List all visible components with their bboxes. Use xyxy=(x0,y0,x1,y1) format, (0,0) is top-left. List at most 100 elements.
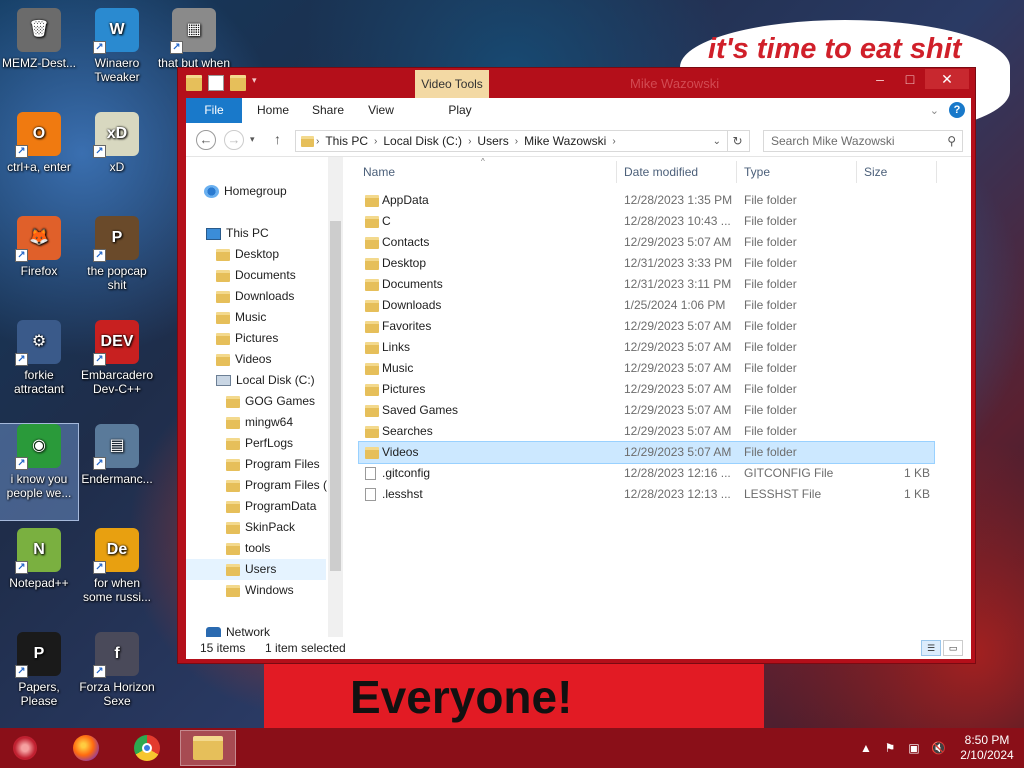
nav-local-disk[interactable]: Local Disk (C:) xyxy=(216,370,315,391)
breadcrumb-this-pc[interactable]: This PC xyxy=(321,134,372,148)
file-row[interactable]: Desktop 12/31/2023 3:33 PM File folder xyxy=(359,253,934,274)
file-row[interactable]: Documents 12/31/2023 3:11 PM File folder xyxy=(359,274,934,295)
nav-item-program-files[interactable]: Program Files xyxy=(186,454,326,475)
file-row[interactable]: AppData 12/28/2023 1:35 PM File folder xyxy=(359,190,934,211)
help-icon[interactable]: ? xyxy=(949,102,965,118)
desktop-shortcut[interactable]: W ↗ Winaero Tweaker xyxy=(78,8,156,104)
tab-file[interactable]: File xyxy=(186,98,242,123)
title-bar[interactable]: ▾ Video Tools Mike Wazowski – □ ✕ xyxy=(178,68,975,98)
clock[interactable]: 8:50 PM 2/10/2024 xyxy=(950,733,1024,763)
breadcrumb-local-disk[interactable]: Local Disk (C:) xyxy=(379,134,466,148)
forward-button[interactable]: → xyxy=(224,130,244,150)
column-size[interactable]: Size xyxy=(864,161,887,183)
nav-item-documents[interactable]: Documents xyxy=(216,265,296,286)
taskbar-firefox[interactable] xyxy=(58,730,114,766)
search-input[interactable]: Search Mike Wazowski ⚲ xyxy=(763,130,963,152)
desktop-shortcut[interactable]: xD ↗ xD xyxy=(78,112,156,208)
column-separator[interactable] xyxy=(936,161,937,183)
back-button[interactable]: ← xyxy=(196,130,216,150)
file-row[interactable]: .gitconfig 12/28/2023 12:16 ... GITCONFIG … xyxy=(359,463,934,484)
desktop-shortcut[interactable]: De ↗ for when some russi... xyxy=(78,528,156,624)
tab-view[interactable]: View xyxy=(358,98,404,123)
nav-item-gog-games[interactable]: GOG Games xyxy=(186,391,326,412)
properties-icon[interactable] xyxy=(208,75,224,91)
nav-item-programdata[interactable]: ProgramData xyxy=(186,496,326,517)
desktop-shortcut[interactable]: 🗑 MEMZ-Dest... xyxy=(0,8,78,104)
file-row[interactable]: Downloads 1/25/2024 1:06 PM File folder xyxy=(359,295,934,316)
nav-item-windows[interactable]: Windows xyxy=(186,580,326,601)
folder-icon xyxy=(226,458,240,471)
desktop-shortcut[interactable]: P ↗ Papers, Please xyxy=(0,632,78,728)
file-row[interactable]: Contacts 12/29/2023 5:07 AM File folder xyxy=(359,232,934,253)
nav-item-pictures[interactable]: Pictures xyxy=(216,328,278,349)
column-name[interactable]: Name xyxy=(363,161,395,183)
folder-icon[interactable] xyxy=(186,75,202,91)
expand-ribbon-icon[interactable]: ⌄ xyxy=(930,104,939,117)
nav-item-music[interactable]: Music xyxy=(216,307,266,328)
file-row[interactable]: Searches 12/29/2023 5:07 AM File folder xyxy=(359,421,934,442)
chevron-down-icon[interactable]: ▾ xyxy=(252,75,262,91)
file-row[interactable]: Links 12/29/2023 5:07 AM File folder xyxy=(359,337,934,358)
taskbar-file-explorer[interactable] xyxy=(180,730,236,766)
desktop-shortcut[interactable]: P ↗ the popcap shit xyxy=(78,216,156,312)
nav-homegroup[interactable]: Homegroup xyxy=(204,181,287,202)
nav-network[interactable]: Network xyxy=(206,622,270,637)
start-button[interactable] xyxy=(0,730,50,766)
desktop-shortcut[interactable]: DEV ↗ Embarcadero Dev-C++ xyxy=(78,320,156,416)
desktop-shortcut[interactable]: ▤ ↗ Endermanc... xyxy=(78,424,156,520)
desktop-shortcut[interactable]: O ↗ ctrl+a, enter xyxy=(0,112,78,208)
nav-item-videos[interactable]: Videos xyxy=(216,349,271,370)
file-row[interactable]: Favorites 12/29/2023 5:07 AM File folder xyxy=(359,316,934,337)
desktop-shortcut[interactable]: ⚙ ↗ forkie attractant xyxy=(0,320,78,416)
maximize-button[interactable]: □ xyxy=(895,69,925,89)
nav-item-tools[interactable]: tools xyxy=(186,538,326,559)
desktop-shortcut[interactable]: N ↗ Notepad++ xyxy=(0,528,78,624)
column-separator[interactable] xyxy=(736,161,737,183)
file-row[interactable]: Music 12/29/2023 5:07 AM File folder xyxy=(359,358,934,379)
network-status-icon[interactable]: ▣ xyxy=(907,741,921,755)
nav-item-mingw64[interactable]: mingw64 xyxy=(186,412,326,433)
column-type[interactable]: Type xyxy=(744,161,770,183)
recent-locations-icon[interactable]: ▾ xyxy=(250,134,255,145)
action-center-flag-icon[interactable]: ⚑ xyxy=(883,741,897,755)
large-icons-view-button[interactable]: ▭ xyxy=(943,640,963,656)
file-row[interactable]: Videos 12/29/2023 5:07 AM File folder xyxy=(358,441,935,464)
breadcrumb-users[interactable]: Users xyxy=(473,134,512,148)
column-separator[interactable] xyxy=(616,161,617,183)
tab-video-tools[interactable]: Video Tools xyxy=(415,70,489,98)
tab-share[interactable]: Share xyxy=(304,98,352,123)
breadcrumb-mike-wazowski[interactable]: Mike Wazowski xyxy=(520,134,610,148)
nav-item-users[interactable]: Users xyxy=(186,559,326,580)
file-row[interactable]: C 12/28/2023 10:43 ... File folder xyxy=(359,211,934,232)
file-row[interactable]: Pictures 12/29/2023 5:07 AM File folder xyxy=(359,379,934,400)
file-row[interactable]: Saved Games 12/29/2023 5:07 AM File folder xyxy=(359,400,934,421)
nav-scrollbar-thumb[interactable] xyxy=(330,221,341,571)
tab-play[interactable]: Play xyxy=(423,98,497,123)
details-view-button[interactable]: ☰ xyxy=(921,640,941,656)
close-button[interactable]: ✕ xyxy=(925,69,969,89)
nav-item-desktop[interactable]: Desktop xyxy=(216,244,279,265)
desktop-shortcut[interactable]: ◉ ↗ i know you people we... xyxy=(0,423,79,521)
taskbar-chrome[interactable] xyxy=(119,730,175,766)
new-folder-icon[interactable] xyxy=(230,75,246,91)
column-separator[interactable] xyxy=(856,161,857,183)
desktop-shortcut[interactable]: f ↗ Forza Horizon Sexe xyxy=(78,632,156,728)
minimize-button[interactable]: – xyxy=(865,69,895,89)
up-arrow-icon[interactable]: ↑ xyxy=(274,131,281,147)
nav-item-skinpack[interactable]: SkinPack xyxy=(186,517,326,538)
show-hidden-icons-icon[interactable]: ▲ xyxy=(859,741,873,755)
address-field[interactable]: › This PC › Local Disk (C:) › Users › Mi… xyxy=(295,130,728,152)
file-row[interactable]: .lesshst 12/28/2023 12:13 ... LESSHST File… xyxy=(359,484,934,505)
column-date-modified[interactable]: Date modified xyxy=(624,161,698,183)
desktop-shortcut[interactable]: 🦊 ↗ Firefox xyxy=(0,216,78,312)
nav-item-program-files[interactable]: Program Files ( xyxy=(186,475,327,496)
nav-item-downloads[interactable]: Downloads xyxy=(216,286,294,307)
volume-muted-icon[interactable]: 🔇 xyxy=(931,741,946,755)
refresh-button[interactable]: ↻ xyxy=(726,130,750,152)
tab-home[interactable]: Home xyxy=(248,98,298,123)
nav-this-pc[interactable]: This PC xyxy=(206,223,269,244)
nav-item-perflogs[interactable]: PerfLogs xyxy=(186,433,326,454)
nav-scrollbar[interactable] xyxy=(328,157,343,637)
chevron-down-icon[interactable]: ⌄ xyxy=(713,136,721,147)
shortcut-arrow-icon: ↗ xyxy=(15,249,28,262)
